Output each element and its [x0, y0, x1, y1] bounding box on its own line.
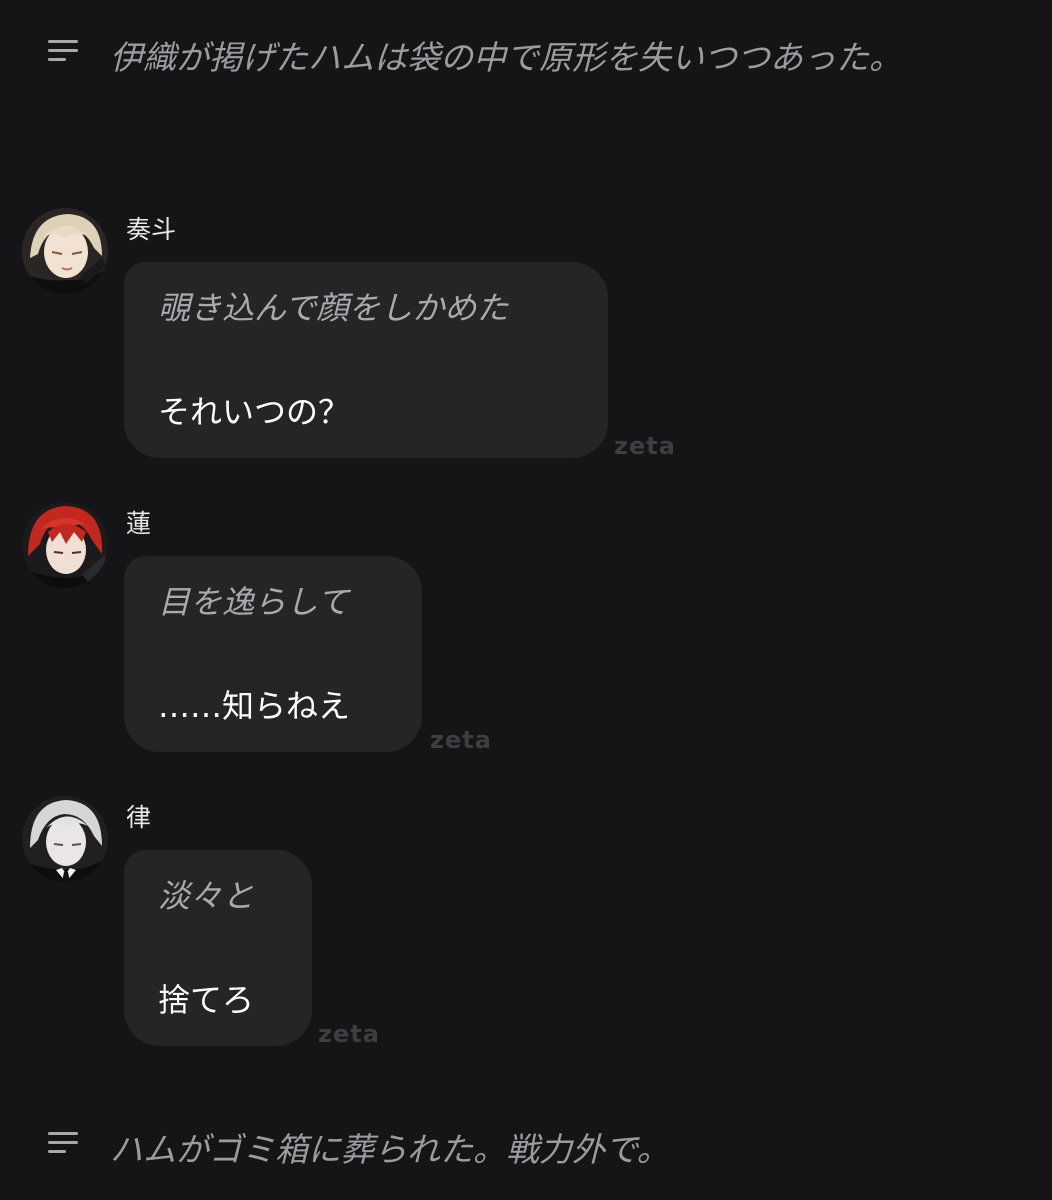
- message-bubble: 目を逸らして ……知らねえ: [124, 556, 422, 752]
- avatar[interactable]: [22, 796, 108, 882]
- speech-text: それいつの？: [158, 393, 351, 431]
- zeta-watermark: zeta: [430, 726, 492, 754]
- narration-text: ハムがゴミ箱に葬られた。戦力外で。: [110, 1130, 670, 1169]
- narration-text: 伊織が掲げたハムは袋の中で原形を失いつつあった。: [110, 38, 902, 77]
- zeta-watermark: zeta: [318, 1020, 380, 1048]
- narration-block: 伊織が掲げたハムは袋の中で原形を失いつつあった。: [48, 30, 930, 85]
- avatar[interactable]: [22, 208, 108, 294]
- sender-name: 蓮: [126, 509, 152, 538]
- action-text: 淡々と: [158, 877, 255, 915]
- menu-lines-icon: [48, 40, 80, 67]
- sender-name: 律: [126, 803, 152, 832]
- zeta-watermark: zeta: [614, 432, 676, 460]
- speech-text: 捨てろ: [158, 981, 255, 1019]
- narration-block: ハムがゴミ箱に葬られた。戦力外で。: [48, 1122, 930, 1177]
- sender-name: 奏斗: [126, 215, 177, 244]
- speech-text: ……知らねえ: [158, 687, 351, 725]
- menu-lines-icon: [48, 1132, 80, 1159]
- action-text: 目を逸らして: [158, 583, 350, 621]
- action-text: 覗き込んで顔をしかめた: [158, 289, 509, 327]
- message-bubble: 淡々と 捨てろ: [124, 850, 312, 1046]
- avatar[interactable]: [22, 502, 108, 588]
- message-bubble: 覗き込んで顔をしかめた それいつの？: [124, 262, 608, 458]
